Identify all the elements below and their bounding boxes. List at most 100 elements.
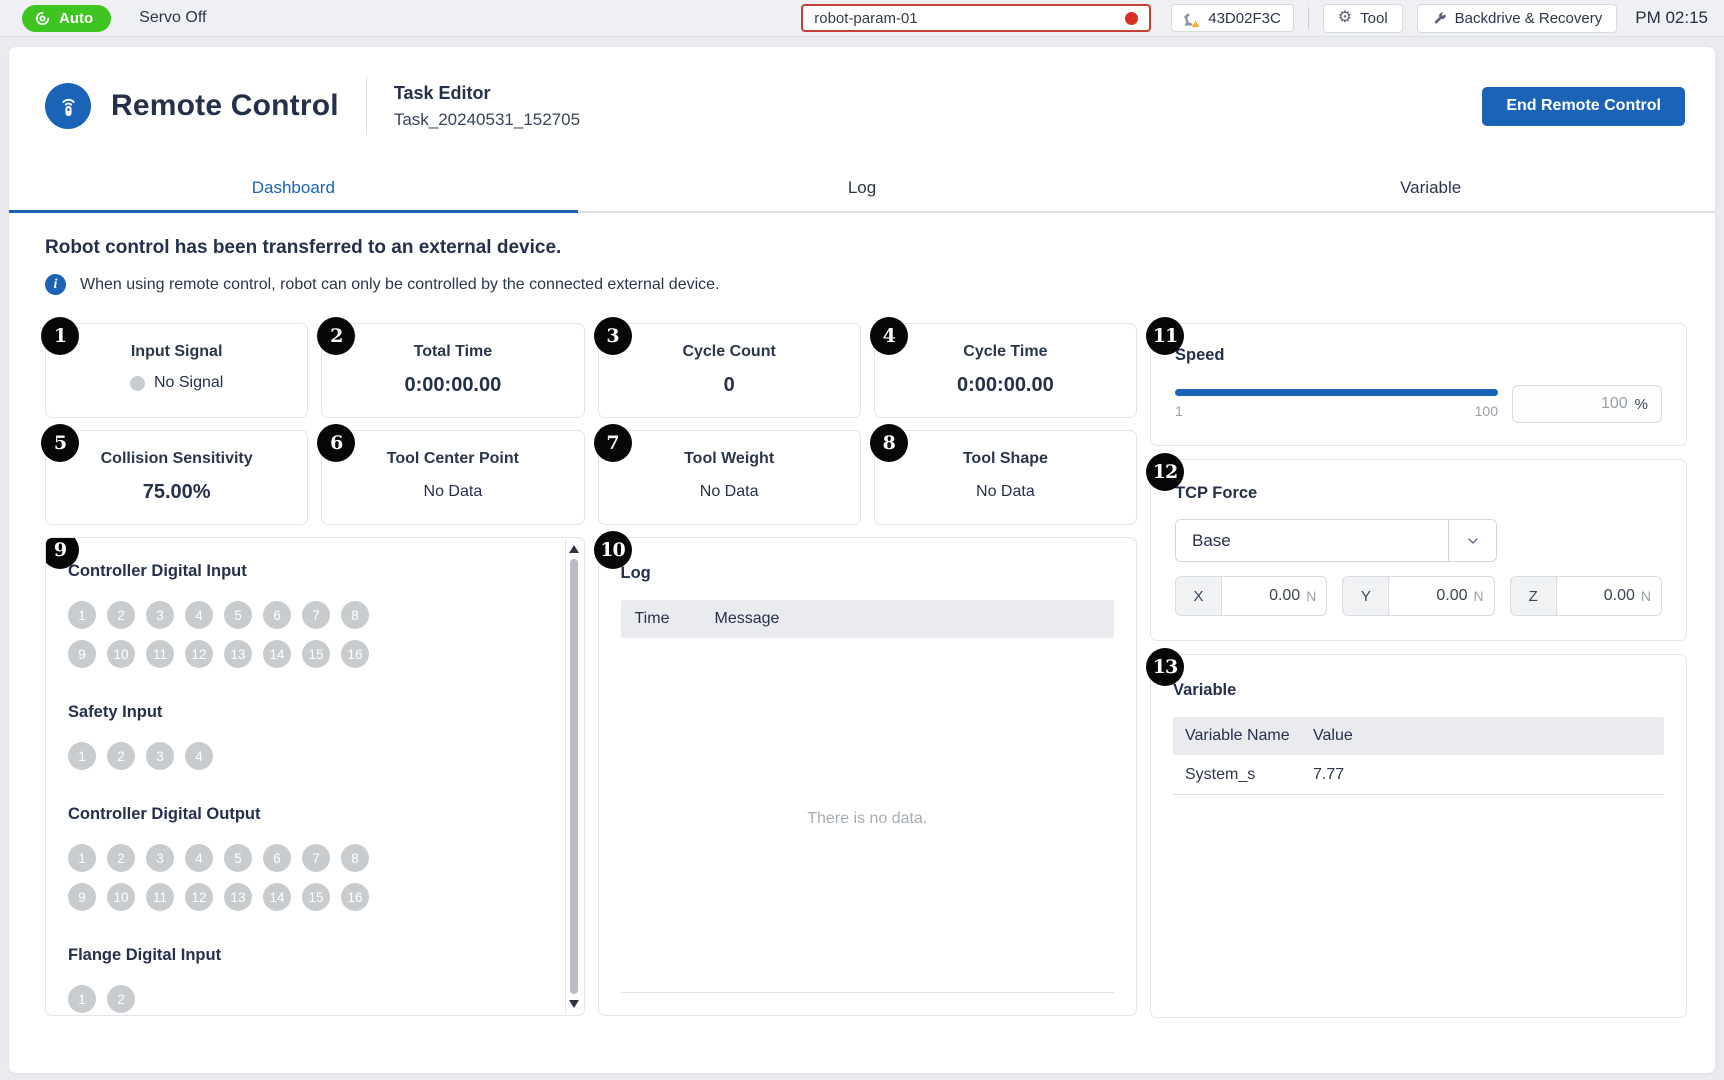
io-indicator: 6 bbox=[263, 601, 291, 629]
stat-value: 75.00% bbox=[143, 481, 211, 504]
io-indicator: 2 bbox=[107, 742, 135, 770]
table-row[interactable]: System_s 7.77 bbox=[1173, 755, 1664, 795]
stat-card-tool-weight: 7 Tool Weight No Data bbox=[598, 430, 861, 525]
io-indicator: 5 bbox=[224, 844, 252, 872]
io-section-title: Controller Digital Output bbox=[68, 805, 548, 824]
step-badge-1: 1 bbox=[41, 317, 79, 355]
io-indicator: 14 bbox=[263, 883, 291, 911]
speed-slider[interactable] bbox=[1175, 389, 1498, 396]
variable-col-name: Variable Name bbox=[1173, 727, 1313, 745]
backdrive-button-label: Backdrive & Recovery bbox=[1455, 10, 1603, 27]
info-icon: i bbox=[45, 274, 66, 295]
io-indicator: 5 bbox=[224, 601, 252, 629]
log-table-header: Time Message bbox=[621, 600, 1115, 638]
tab-log[interactable]: Log bbox=[578, 165, 1147, 211]
stat-card-tool-shape: 8 Tool Shape No Data bbox=[874, 430, 1137, 525]
tool-button[interactable]: ⚙ Tool bbox=[1323, 4, 1403, 33]
frame-selected-value: Base bbox=[1176, 531, 1448, 551]
scrollbar-thumb[interactable] bbox=[570, 559, 578, 994]
tab-variable[interactable]: Variable bbox=[1146, 165, 1715, 211]
io-indicator: 8 bbox=[341, 844, 369, 872]
step-badge-13: 13 bbox=[1146, 648, 1184, 686]
stat-label: Tool Shape bbox=[963, 450, 1048, 468]
io-indicator: 2 bbox=[107, 985, 135, 1013]
scroll-up-icon[interactable] bbox=[569, 545, 579, 553]
stat-card-cycle-time: 4 Cycle Time 0:00:00.00 bbox=[874, 323, 1137, 418]
force-y-value: 0.00 bbox=[1436, 587, 1467, 605]
io-indicator: 11 bbox=[146, 640, 174, 668]
digital-io-panel: 9 Controller Digital Input 1234567891011… bbox=[45, 537, 585, 1016]
force-z-value: 0.00 bbox=[1604, 587, 1635, 605]
step-badge-10: 10 bbox=[594, 531, 632, 569]
io-indicator: 10 bbox=[107, 883, 135, 911]
remote-control-window: Remote Control Task Editor Task_20240531… bbox=[9, 47, 1715, 1073]
stat-value: No Signal bbox=[154, 374, 223, 392]
robot-param-field[interactable]: robot-param-01 bbox=[801, 4, 1151, 32]
variable-value-cell: 7.77 bbox=[1313, 766, 1344, 784]
io-indicator: 1 bbox=[68, 844, 96, 872]
io-indicator: 15 bbox=[302, 883, 330, 911]
io-scrollbar[interactable] bbox=[565, 539, 583, 1014]
end-remote-control-button[interactable]: End Remote Control bbox=[1482, 87, 1685, 126]
notice-row: i When using remote control, robot can o… bbox=[45, 274, 1687, 295]
log-panel: 10 Log Time Message There is no data. bbox=[598, 537, 1138, 1016]
record-indicator-icon bbox=[1125, 12, 1138, 25]
speed-value-field[interactable]: 100 % bbox=[1512, 385, 1662, 423]
io-indicator: 2 bbox=[107, 844, 135, 872]
stat-label: Tool Weight bbox=[684, 450, 774, 468]
io-section-flange-digital-input: Flange Digital Input 12 bbox=[68, 946, 548, 1013]
io-indicator: 1 bbox=[68, 742, 96, 770]
step-badge-11: 11 bbox=[1146, 317, 1184, 355]
io-indicator: 2 bbox=[107, 601, 135, 629]
variable-title: Variable bbox=[1173, 681, 1664, 700]
speed-unit: % bbox=[1635, 396, 1648, 413]
io-indicator-group: 12345678910111213141516 bbox=[68, 601, 388, 668]
speed-value: 100 bbox=[1601, 395, 1628, 413]
remote-control-logo-icon bbox=[45, 83, 91, 129]
topbar-divider bbox=[1308, 7, 1309, 29]
top-status-bar: Auto Servo Off robot-param-01 43D02F3C ⚙… bbox=[0, 0, 1724, 37]
step-badge-5: 5 bbox=[41, 424, 79, 462]
io-indicator: 9 bbox=[68, 640, 96, 668]
robot-warning-icon bbox=[1180, 8, 1201, 29]
speed-panel: 11 Speed 1 100 100 % bbox=[1150, 323, 1687, 446]
mode-badge-auto[interactable]: Auto bbox=[22, 5, 111, 32]
scroll-down-icon[interactable] bbox=[569, 1000, 579, 1008]
io-indicator: 3 bbox=[146, 844, 174, 872]
reference-frame-select[interactable]: Base bbox=[1175, 519, 1497, 562]
log-empty-text: There is no data. bbox=[599, 810, 1137, 828]
stat-value: 0:00:00.00 bbox=[957, 374, 1054, 397]
axis-y-label: Y bbox=[1343, 577, 1389, 615]
stat-value: No Data bbox=[976, 483, 1035, 501]
io-indicator-group: 12345678910111213141516 bbox=[68, 844, 388, 911]
stat-label: Collision Sensitivity bbox=[101, 450, 253, 468]
io-indicator: 4 bbox=[185, 601, 213, 629]
stat-label: Cycle Count bbox=[682, 343, 775, 361]
notice-description: When using remote control, robot can onl… bbox=[80, 276, 719, 294]
backdrive-recovery-button[interactable]: Backdrive & Recovery bbox=[1417, 4, 1618, 33]
app-title: Remote Control bbox=[111, 89, 339, 123]
gear-icon: ⚙ bbox=[1338, 10, 1352, 26]
tab-dashboard[interactable]: Dashboard bbox=[9, 165, 578, 211]
robot-id-chip[interactable]: 43D02F3C bbox=[1171, 4, 1294, 32]
chevron-down-icon bbox=[1448, 520, 1496, 561]
step-badge-8: 8 bbox=[870, 424, 908, 462]
force-y-unit: N bbox=[1474, 588, 1484, 604]
io-indicator: 13 bbox=[224, 883, 252, 911]
io-indicator: 16 bbox=[341, 640, 369, 668]
force-x-unit: N bbox=[1306, 588, 1316, 604]
stat-value: 0:00:00.00 bbox=[405, 374, 502, 397]
variable-col-value: Value bbox=[1313, 727, 1353, 745]
stat-value: 0 bbox=[724, 374, 735, 397]
io-section-controller-digital-output: Controller Digital Output 12345678910111… bbox=[68, 805, 548, 911]
speed-slider-range: 1 100 bbox=[1175, 403, 1498, 419]
speed-max-label: 100 bbox=[1475, 403, 1498, 419]
io-section-title: Controller Digital Input bbox=[68, 562, 548, 581]
app-header: Remote Control Task Editor Task_20240531… bbox=[9, 47, 1715, 165]
io-indicator: 3 bbox=[146, 742, 174, 770]
variable-name-cell: System_s bbox=[1173, 766, 1313, 784]
io-indicator: 11 bbox=[146, 883, 174, 911]
io-indicator: 16 bbox=[341, 883, 369, 911]
log-col-message: Message bbox=[715, 610, 780, 628]
log-title: Log bbox=[621, 564, 1115, 583]
